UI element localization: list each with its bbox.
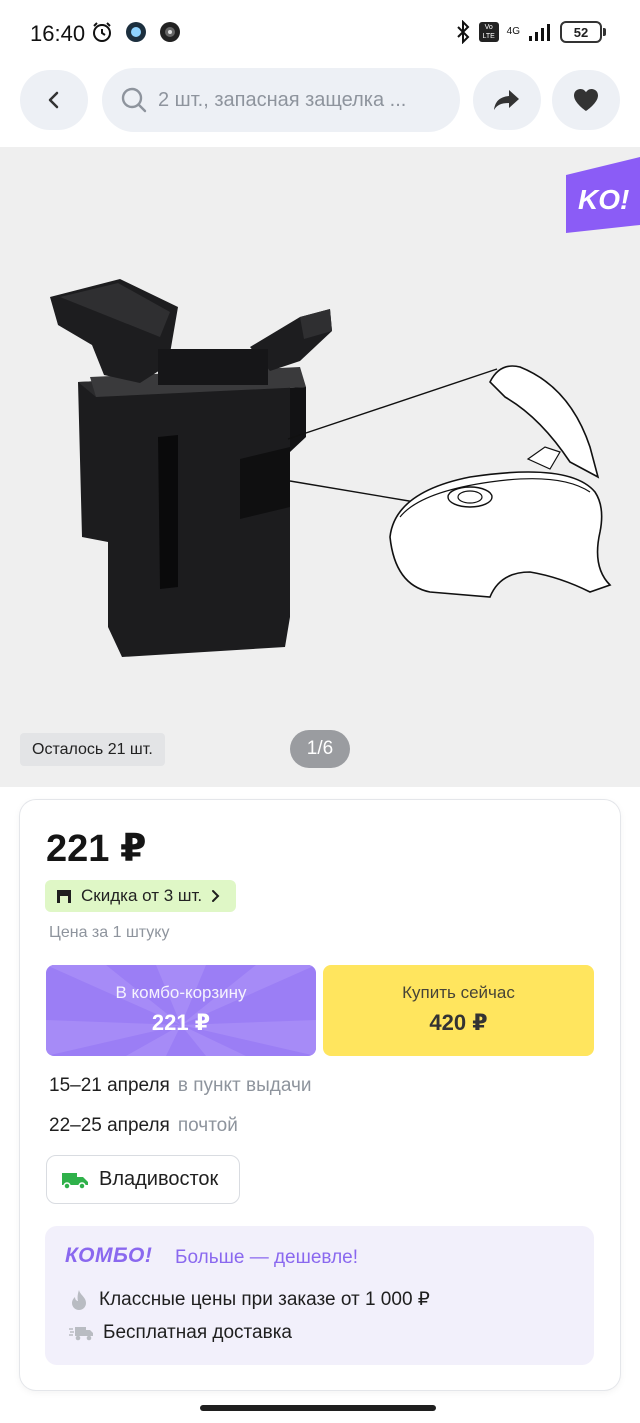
status-right-icons: Vo LTE 4G 52 (455, 20, 606, 44)
city-selector[interactable]: Владивосток (46, 1155, 240, 1204)
combo-button-price: 221 ₽ (151, 1010, 211, 1035)
gallery-pager: 1/6 (290, 730, 350, 768)
discount-chip[interactable]: Скидка от 3 шт. (45, 880, 237, 912)
delivery-dates: 22–25 апреля (49, 1115, 170, 1136)
storefront-icon (57, 890, 71, 903)
share-button[interactable] (473, 70, 541, 130)
network-type: 4G (506, 26, 520, 37)
bluetooth-icon (456, 20, 470, 44)
delivery-option-pickup: 15–21 апреля в пункт выдачи (49, 1075, 312, 1097)
ko-badge-text: KO! (578, 184, 629, 215)
top-toolbar: 2 шт., запасная защелка ... (0, 68, 640, 132)
ko-badge: KO! (566, 157, 640, 233)
discount-label: Скидка от 3 шт. (81, 886, 203, 905)
buy-button-price: 420 ₽ (429, 1010, 488, 1035)
search-input[interactable]: 2 шт., запасная защелка ... (102, 68, 460, 132)
add-to-combo-cart-button[interactable]: В комбо-корзину 221 ₽ (46, 965, 316, 1056)
combo-promo-box[interactable]: КОМБО! Больше — дешевле! Классные цены п… (45, 1226, 594, 1365)
truck-icon (62, 1172, 88, 1190)
share-icon (494, 90, 519, 110)
combo-benefit-text: Бесплатная доставка (103, 1322, 292, 1343)
delivery-option-post: 22–25 апреля почтой (49, 1115, 238, 1137)
combo-tagline: Больше — дешевле! (175, 1247, 359, 1268)
city-name: Владивосток (99, 1168, 219, 1190)
search-icon (121, 87, 147, 113)
buy-now-button[interactable]: Купить сейчас 420 ₽ (323, 965, 594, 1056)
alarm-icon (93, 22, 111, 42)
buy-button-label: Купить сейчас (402, 983, 515, 1002)
combo-benefit-delivery: Бесплатная доставка (69, 1322, 292, 1344)
delivery-method: почтой (177, 1115, 238, 1136)
status-time: 16:40 (30, 21, 86, 46)
favorite-button[interactable] (552, 70, 620, 130)
heart-icon (574, 89, 598, 111)
product-gallery[interactable] (0, 147, 640, 787)
volte-badge: Vo LTE (478, 22, 499, 42)
battery-level: 52 (573, 24, 589, 40)
app-notification-icon-2 (160, 22, 180, 42)
flame-icon (72, 1289, 86, 1310)
combo-benefit-text: Классные цены при заказе от 1 000 ₽ (99, 1289, 430, 1310)
signal-icon (529, 24, 550, 41)
stock-badge: Осталось 21 шт. (20, 733, 165, 766)
combo-button-label: В комбо-корзину (115, 983, 247, 1002)
status-left-icons (90, 20, 182, 44)
product-price: 221 ₽ (46, 828, 147, 870)
home-indicator[interactable] (200, 1405, 436, 1411)
fast-delivery-icon (69, 1327, 93, 1341)
search-query: 2 шт., запасная защелка ... (158, 88, 407, 111)
back-icon (48, 91, 59, 109)
chevron-right-icon (212, 890, 220, 902)
app-notification-icon (126, 22, 146, 42)
combo-benefit-prices: Классные цены при заказе от 1 000 ₽ (69, 1288, 430, 1311)
product-image (50, 279, 612, 657)
battery-icon: 52 (560, 21, 606, 43)
back-button[interactable] (20, 70, 88, 130)
delivery-method: в пункт выдачи (177, 1075, 312, 1096)
combo-logo: КОМБО! (65, 1244, 153, 1267)
unit-price-note: Цена за 1 штуку (49, 924, 170, 941)
delivery-dates: 15–21 апреля (49, 1075, 170, 1096)
status-bar: 16:40 Vo LTE 4G 52 (0, 0, 640, 62)
